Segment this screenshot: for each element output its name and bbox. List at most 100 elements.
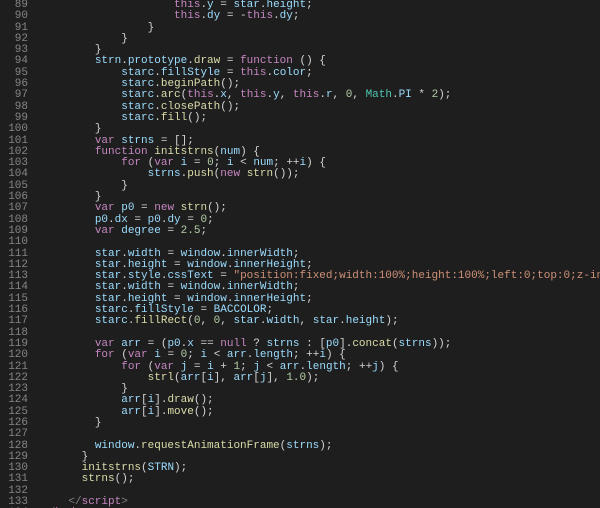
token-fn: arc [161, 89, 181, 101]
token-id: starc [95, 315, 128, 327]
code-line[interactable]: arr[i].move(); [42, 407, 600, 418]
token-pn: ]. [154, 406, 167, 418]
token-id: i [207, 361, 214, 373]
token-id: window [181, 281, 221, 293]
code-line[interactable]: var degree = 2.5; [42, 226, 600, 237]
line-number: 120 [0, 350, 28, 361]
token-id: j [260, 372, 267, 384]
token-pn: ; ++ [346, 361, 372, 373]
code-line[interactable]: } [42, 418, 600, 429]
code-line[interactable]: starc.fill(); [42, 113, 600, 124]
code-area[interactable]: this.y = star.height; this.dy = -this.dy… [38, 0, 600, 508]
code-line[interactable]: } [42, 181, 600, 192]
code-line[interactable]: window.requestAnimationFrame(strns); [42, 441, 600, 452]
token-pn: ; ++ [293, 349, 319, 361]
token-pn: ; [306, 67, 313, 79]
token-fn: requestAnimationFrame [141, 440, 280, 452]
token-id: cssText [167, 270, 213, 282]
token-pn: . [154, 112, 161, 124]
code-editor[interactable]: 8990919293949596979899100101102103104105… [0, 0, 600, 508]
token-pn: = []; [154, 135, 194, 147]
token-pn: * [412, 89, 432, 101]
token-kw: var [95, 225, 115, 237]
token-id: p0 [95, 214, 108, 226]
token-pn: , [280, 89, 293, 101]
token-pn: ( [187, 315, 194, 327]
token-id: PI [399, 89, 412, 101]
token-pn: ], [267, 372, 287, 384]
code-line[interactable]: </script> [42, 497, 600, 508]
token-pn: ); [174, 462, 187, 474]
token-fn: strn [181, 202, 207, 214]
token-id: BACCOLOR [214, 304, 267, 316]
token-pn: . [154, 78, 161, 90]
token-pn: ( [115, 349, 128, 361]
token-pn: , [227, 89, 240, 101]
line-number: 107 [0, 203, 28, 214]
line-number: 127 [0, 429, 28, 440]
token-id: star [95, 259, 121, 271]
token-pn: ; ++ [273, 157, 299, 169]
token-id: i [207, 372, 214, 384]
token-id: innerWidth [227, 248, 293, 260]
token-fn: initstrns [82, 462, 141, 474]
token-pn: + [214, 361, 234, 373]
token-pn: , [220, 315, 233, 327]
token-pn: = [161, 225, 181, 237]
token-pn: ( [174, 372, 181, 384]
token-id: width [128, 281, 161, 293]
token-id: arr [280, 361, 300, 373]
line-number: 110 [0, 237, 28, 248]
token-fn: strl [148, 372, 174, 384]
token-pn: ]. [154, 394, 167, 406]
token-pn: : [ [300, 338, 326, 350]
token-id: strns [286, 440, 319, 452]
token-pn: = [214, 270, 234, 282]
token-kw: this [174, 10, 200, 22]
token-id: width [128, 248, 161, 260]
token-pn: (); [194, 394, 214, 406]
token-id: i [154, 349, 161, 361]
token-pn: (); [115, 473, 135, 485]
token-fn: initstrns [154, 146, 213, 158]
token-tag: </ [68, 496, 81, 508]
token-pn: . [121, 259, 128, 271]
token-pn: } [95, 44, 102, 56]
token-id: innerHeight [233, 293, 306, 305]
token-pn: . [121, 293, 128, 305]
token-pn: = [167, 259, 187, 271]
token-fn: draw [194, 55, 220, 67]
code-line[interactable]: starc.fillRect(0, 0, star.width, star.he… [42, 316, 600, 327]
token-pn: (); [187, 112, 207, 124]
token-pn: ], [214, 372, 234, 384]
token-kw: new [154, 202, 174, 214]
token-pn: . [121, 281, 128, 293]
token-pn: = - [220, 10, 246, 22]
token-pn: (); [207, 202, 227, 214]
token-pn: . [339, 315, 346, 327]
token-kw: for [121, 361, 141, 373]
token-pn: [ [141, 394, 148, 406]
token-id: strns [148, 168, 181, 180]
token-id: starc [121, 67, 154, 79]
token-kw: this [293, 89, 319, 101]
code-line[interactable]: strns(); [42, 474, 600, 485]
token-pn: ; [306, 259, 313, 271]
token-pn: ) { [326, 349, 346, 361]
token-pn: } [95, 417, 102, 429]
token-id: window [181, 248, 221, 260]
token-pn: ) { [240, 146, 260, 158]
token-id: arr [181, 372, 201, 384]
token-id: window [187, 293, 227, 305]
token-id: fillStyle [161, 67, 220, 79]
code-line[interactable]: } [42, 34, 600, 45]
token-id: innerHeight [233, 259, 306, 271]
token-id: arr [227, 349, 247, 361]
token-fn: closePath [161, 101, 220, 113]
token-pn: . [220, 281, 227, 293]
token-str: "position:fixed;width:100%;height:100%;l… [233, 270, 600, 282]
token-num: 1.0 [286, 372, 306, 384]
token-fn: strns [82, 473, 115, 485]
token-id: dy [167, 214, 180, 226]
token-pn: = [167, 293, 187, 305]
